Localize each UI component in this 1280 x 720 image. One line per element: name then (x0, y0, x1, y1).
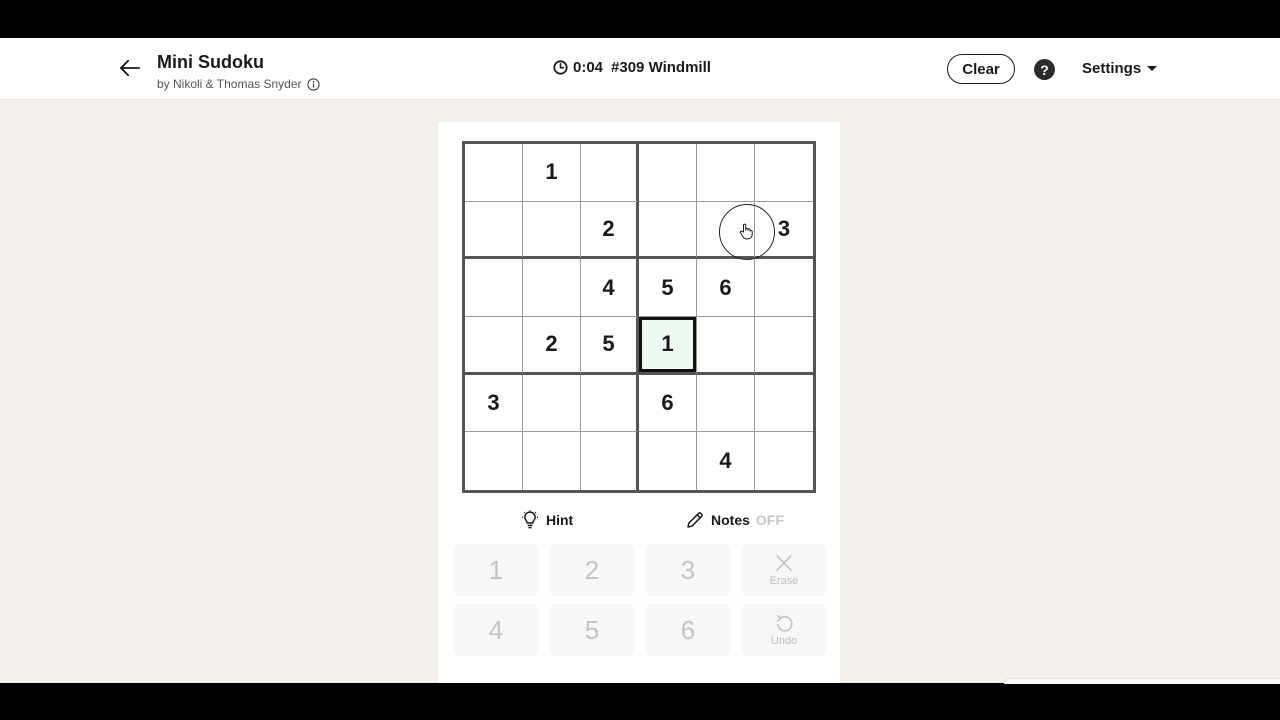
page-title: Mini Sudoku (157, 52, 264, 72)
board-cell-r2-c3[interactable]: 2 (581, 201, 639, 260)
board-cell-r4-c6[interactable] (755, 317, 813, 375)
board-cell-r1-c3[interactable] (581, 144, 639, 202)
sudoku-board: 123456251364 (462, 141, 816, 493)
key-2[interactable]: 2 (550, 544, 634, 596)
key-1[interactable]: 1 (454, 544, 538, 596)
board-cell-r1-c4[interactable] (639, 144, 697, 202)
x-icon (774, 553, 794, 573)
board-cell-r6-c1[interactable] (465, 432, 523, 490)
board-cell-r2-c6[interactable]: 3 (755, 202, 813, 260)
settings-dropdown[interactable]: Settings (1082, 60, 1158, 77)
board-cell-r3-c1[interactable] (465, 259, 523, 317)
board-cell-r5-c2[interactable] (523, 374, 581, 433)
key-4[interactable]: 4 (454, 604, 538, 656)
back-button[interactable] (116, 56, 144, 82)
key-3[interactable]: 3 (646, 544, 730, 596)
top-header: Mini Sudoku by Nikoli & Thomas Snyder 0:… (0, 38, 1280, 100)
board-cell-r2-c2[interactable] (523, 201, 581, 260)
question-icon: ? (1040, 61, 1049, 78)
notes-state: OFF (755, 512, 784, 528)
board-cell-r5-c6[interactable] (755, 375, 813, 433)
board-cell-r2-c5[interactable] (697, 201, 755, 260)
game-card: 123456251364 Hint Notes OFF 1 2 3 Erase … (438, 122, 840, 683)
caret-down-icon (1147, 66, 1158, 71)
board-cell-r4-c5[interactable] (697, 317, 755, 375)
board-cell-r6-c6[interactable] (755, 432, 813, 490)
board-cell-r6-c5[interactable]: 4 (697, 432, 755, 490)
board-cell-r4-c2[interactable]: 2 (523, 317, 581, 375)
tools-row: Hint Notes OFF (438, 510, 840, 534)
pencil-icon (685, 510, 705, 530)
board-cell-r4-c1[interactable] (465, 317, 523, 375)
hint-button[interactable]: Hint (520, 510, 573, 530)
arrow-left-icon (120, 59, 140, 79)
board-cell-r1-c1[interactable] (465, 144, 523, 202)
board-cell-r5-c4[interactable]: 6 (639, 374, 697, 433)
lightbulb-icon (520, 510, 540, 530)
board-cell-r2-c1[interactable] (465, 201, 523, 260)
undo-label: Undo (770, 635, 798, 647)
board-cell-r1-c2[interactable]: 1 (523, 144, 581, 202)
app-viewport: Mini Sudoku by Nikoli & Thomas Snyder 0:… (0, 38, 1280, 683)
notes-label: Notes (711, 512, 750, 528)
board-cell-r3-c2[interactable] (523, 259, 581, 317)
erase-button[interactable]: Erase (742, 544, 826, 596)
board-cell-r3-c5[interactable]: 6 (697, 259, 755, 317)
board-cell-r6-c3[interactable] (581, 432, 639, 490)
board-cell-r3-c6[interactable] (755, 259, 813, 317)
puzzle-info: 0:04 #309 Windmill (553, 59, 711, 76)
board-cell-r6-c4[interactable] (639, 432, 697, 490)
board-cell-r3-c3[interactable]: 4 (581, 259, 639, 317)
settings-label: Settings (1082, 60, 1142, 77)
board-cell-r1-c6[interactable] (755, 144, 813, 202)
hint-label: Hint (546, 512, 574, 528)
board-cell-r2-c4[interactable] (639, 201, 697, 260)
board-cell-r5-c1[interactable]: 3 (465, 374, 523, 433)
byline: by Nikoli & Thomas Snyder (157, 77, 320, 91)
board-cell-r4-c4[interactable]: 1 (639, 317, 697, 375)
clear-button[interactable]: Clear (947, 54, 1015, 84)
board-cell-r1-c5[interactable] (697, 144, 755, 202)
clock-icon (553, 60, 568, 75)
info-icon[interactable] (306, 77, 320, 91)
board-cell-r5-c5[interactable] (697, 374, 755, 433)
help-button[interactable]: ? (1034, 59, 1055, 80)
byline-text: by Nikoli & Thomas Snyder (157, 77, 302, 91)
undo-button[interactable]: Undo (742, 604, 826, 656)
corner-panel-edge (1004, 678, 1280, 684)
number-keypad: 1 2 3 Erase 4 5 6 Undo (454, 544, 826, 662)
puzzle-name: #309 Windmill (611, 59, 711, 76)
board-cell-r3-c4[interactable]: 5 (639, 259, 697, 317)
undo-icon (774, 613, 794, 633)
board-cell-r4-c3[interactable]: 5 (581, 317, 639, 375)
timer: 0:04 (573, 59, 604, 76)
erase-label: Erase (769, 575, 799, 587)
board-cell-r5-c3[interactable] (581, 374, 639, 433)
notes-toggle[interactable]: Notes OFF (685, 510, 784, 530)
key-5[interactable]: 5 (550, 604, 634, 656)
key-6[interactable]: 6 (646, 604, 730, 656)
board-cell-r6-c2[interactable] (523, 432, 581, 490)
